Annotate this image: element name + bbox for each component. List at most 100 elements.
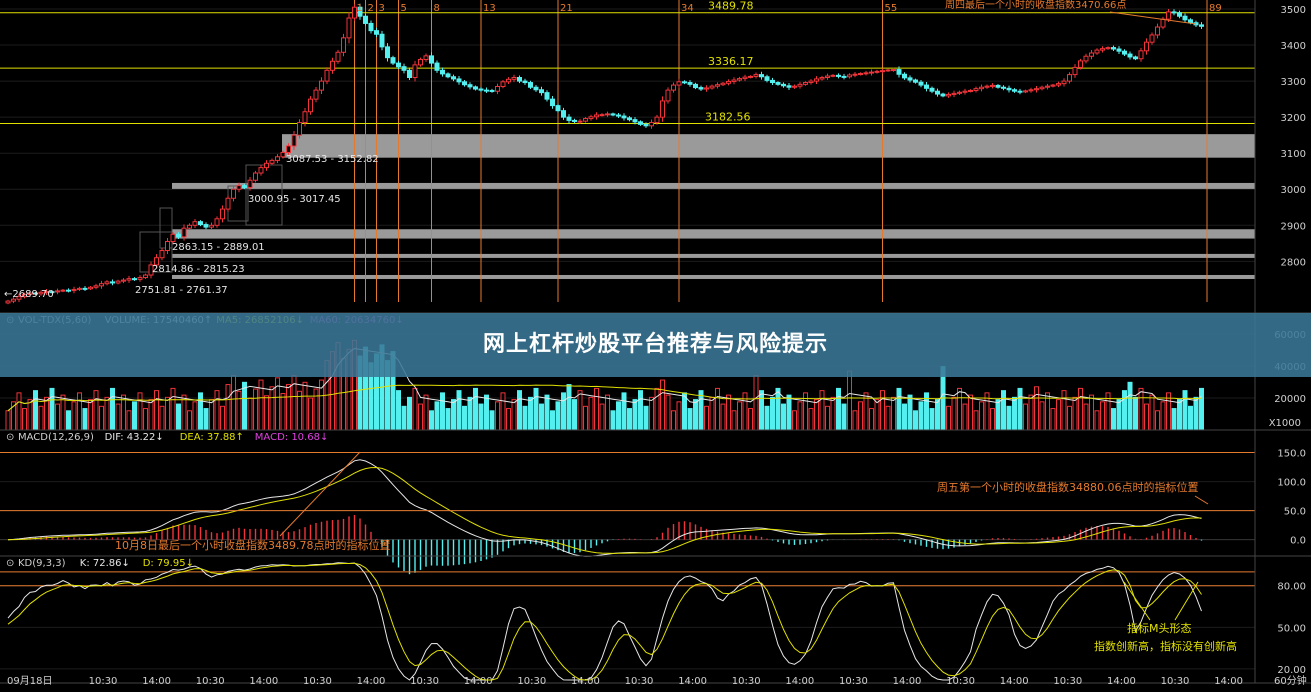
candle-body [1171,11,1177,14]
y-tick-label: 20000 [1274,394,1306,405]
candle-body [709,85,715,89]
kd-annotation-pointer [1174,581,1199,621]
y-tick-label: 3300 [1281,77,1306,88]
candle-body [198,221,203,226]
candle-body [1061,80,1067,85]
candle-body [170,233,176,243]
time-axis-label: 14:00 [571,676,600,687]
candle-body [1017,90,1023,93]
volume-bar [583,405,588,431]
time-axis-label: 10:30 [1053,676,1082,687]
candle-body [572,119,577,122]
volume-bar [253,388,258,431]
volume-bar [693,399,698,431]
candle-body [473,86,478,90]
time-axis-label: 14:00 [357,676,386,687]
candle-body [880,70,885,73]
time-axis-label: 14:00 [893,676,922,687]
candle-body [99,283,104,287]
time-axis-label: 10:30 [1161,676,1190,687]
volume-bar [154,390,159,431]
candle-body [946,93,951,97]
candle-body [990,84,995,87]
candle-body [555,105,561,112]
volume-bar [484,394,489,431]
volume-bar [264,395,269,431]
candle-body [500,81,506,88]
candle-body [583,118,588,122]
candle-body [979,86,984,90]
candle-body [676,81,682,86]
volume-bar [33,390,38,431]
candle-body [654,116,660,124]
candle-body [104,281,110,285]
candle-body [1072,66,1078,76]
candle-body [528,82,533,88]
candle-body [913,79,918,83]
volume-bar [880,390,885,431]
kd-annotation: 指数创新高，指标没有创新高 [1094,639,1237,653]
time-axis-label: 10:30 [196,676,225,687]
volume-bar [599,403,605,431]
candle-body [836,74,841,77]
volume-bar [1039,401,1045,431]
candle-body [1160,18,1166,28]
volume-bar [577,390,583,431]
candle-body [1045,85,1050,88]
candle-body [781,83,786,87]
candle-body [918,81,924,86]
volume-bar [726,394,731,431]
volume-bar [423,394,429,431]
candle-body [308,98,313,113]
volume-bar [995,399,1001,431]
candle-body [1127,53,1133,58]
fib-label: 34 [681,3,694,14]
volume-bar [440,392,445,431]
volume-bar [5,410,11,431]
volume-bar [654,387,660,431]
candle-body [5,300,11,304]
y-tick-label: 50.00 [1277,623,1306,634]
volume-bar [869,408,874,431]
panel-legend-item: DEA: 37.88↑ [180,432,244,443]
candle-body [814,78,819,82]
volume-bar [709,396,715,431]
volume-bar [1072,396,1078,431]
volume-bar [225,384,231,431]
candle-body [390,57,396,64]
volume-bar [1111,408,1116,431]
candle-body [192,221,198,226]
volume-bar [511,399,517,431]
candle-body [143,274,148,279]
candle-body [242,185,247,188]
y-tick-label: 3100 [1281,149,1306,160]
candle-body [841,75,847,78]
volume-bar [22,408,27,431]
volume-bar [1182,390,1188,431]
candle-body [924,84,929,89]
kd-annotation-pointer [1123,581,1151,621]
volume-bar [797,401,803,431]
volume-bar [643,405,649,431]
volume-bar [918,401,924,431]
candle-body [88,286,93,290]
volume-bar [753,375,759,431]
zone-label: 2751.81 - 2761.37 [135,285,228,296]
volume-bar [231,375,236,431]
candle-body [1182,15,1188,21]
candle-body [737,78,742,81]
candle-body [693,83,698,89]
volume-bar [401,405,407,431]
gray-zone [172,182,1255,189]
candle-body [847,74,852,78]
candle-body [231,188,236,199]
volume-bar [242,381,247,431]
volume-bar [137,392,143,431]
candle-body [660,100,665,118]
candle-body [313,89,319,100]
volume-bar [1116,399,1122,431]
panel-legend-item: MACD: 10.68↓ [255,432,329,443]
volume-bar [66,410,71,431]
volume-bar [176,403,181,431]
volume-bar [929,408,935,431]
